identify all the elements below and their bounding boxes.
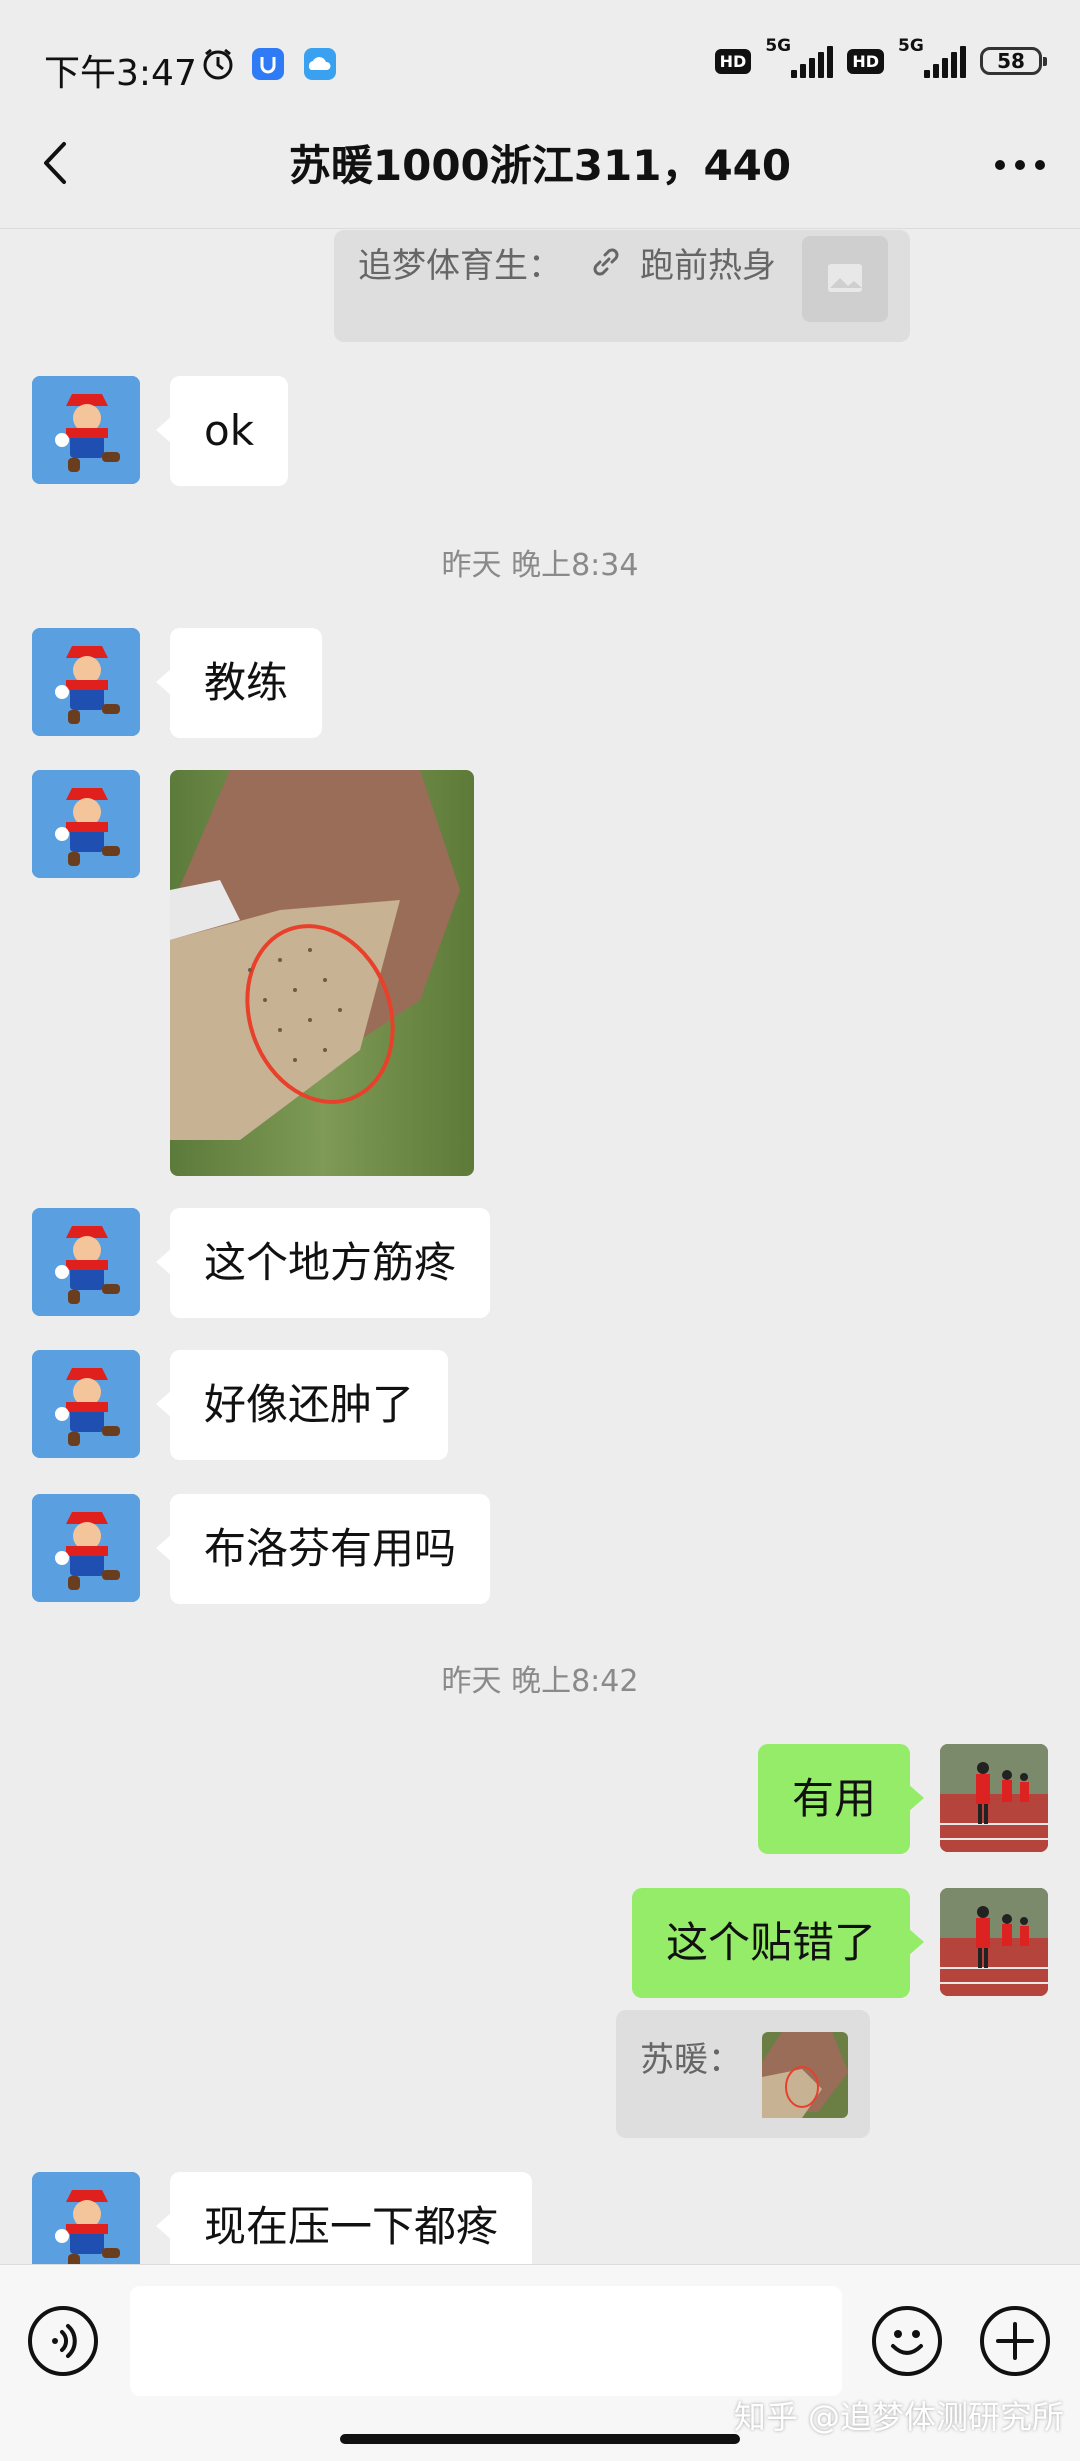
hd-badge-2: HD bbox=[847, 48, 884, 74]
mario-avatar-icon bbox=[32, 376, 140, 484]
timestamp: 昨天 晚上8:42 bbox=[441, 1664, 639, 1699]
contact-avatar[interactable] bbox=[32, 1494, 140, 1602]
voice-input-button[interactable] bbox=[28, 2306, 98, 2376]
emoji-icon bbox=[891, 2330, 923, 2355]
timestamp: 昨天 晚上8:34 bbox=[441, 548, 639, 583]
quote-sender: 苏暖： bbox=[640, 2040, 742, 2080]
signal-icon-2: 5G bbox=[898, 36, 966, 78]
image-placeholder-icon bbox=[802, 236, 888, 322]
network-label-2: 5G bbox=[898, 36, 924, 56]
message-bubble[interactable]: 布洛芬有用吗 bbox=[155, 1494, 491, 1604]
header-divider bbox=[0, 228, 1080, 229]
mario-avatar-icon bbox=[32, 1208, 140, 1316]
message-bubble[interactable]: 这个贴错了 bbox=[631, 1888, 925, 1998]
contact-avatar[interactable] bbox=[32, 770, 140, 878]
message-bubble[interactable]: 好像还肿了 bbox=[155, 1350, 449, 1460]
message-bubble[interactable]: 教练 bbox=[155, 628, 323, 738]
quoted-image-thumbnail bbox=[762, 2032, 848, 2118]
plus-icon bbox=[996, 2322, 1034, 2360]
status-indicators: HD 5G HD 5G 58 bbox=[714, 36, 1047, 78]
quote-link-text: 跑前热身 bbox=[640, 246, 776, 286]
message-bubble[interactable]: ok bbox=[155, 376, 289, 486]
voice-icon bbox=[52, 2324, 77, 2358]
mario-avatar-icon bbox=[32, 1494, 140, 1602]
more-options-icon[interactable] bbox=[990, 140, 1050, 190]
quoted-image-reference[interactable]: 苏暖： bbox=[616, 2010, 870, 2138]
alarm-icon bbox=[203, 48, 233, 80]
hd-badge: HD bbox=[714, 48, 752, 74]
more-actions-button[interactable] bbox=[980, 2306, 1050, 2376]
contact-avatar[interactable] bbox=[32, 1208, 140, 1316]
link-icon bbox=[593, 248, 619, 276]
battery-level: 58 bbox=[997, 49, 1025, 73]
emoji-button[interactable] bbox=[872, 2306, 942, 2376]
mario-avatar-icon bbox=[32, 628, 140, 736]
message-input[interactable] bbox=[130, 2286, 842, 2396]
message-bubble[interactable]: 这个地方筋疼 bbox=[155, 1208, 491, 1318]
quote-sender: 追梦体育生： bbox=[358, 246, 562, 286]
mario-avatar-icon bbox=[32, 1350, 140, 1458]
app-notification-icon bbox=[252, 48, 284, 80]
contact-avatar[interactable] bbox=[32, 628, 140, 736]
self-avatar[interactable] bbox=[940, 1744, 1048, 1852]
mario-avatar-icon bbox=[32, 770, 140, 878]
runners-avatar-icon bbox=[940, 1744, 1048, 1852]
battery-icon: 58 bbox=[980, 47, 1047, 75]
image-message-photo[interactable] bbox=[170, 770, 474, 1176]
contact-avatar[interactable] bbox=[32, 376, 140, 484]
network-label: 5G bbox=[765, 36, 792, 56]
home-indicator[interactable] bbox=[340, 2434, 740, 2444]
cloud-app-icon bbox=[304, 48, 336, 80]
chat-title: 苏暖1000浙江311，440 bbox=[288, 141, 792, 190]
status-time: 下午3:47 bbox=[44, 53, 197, 94]
watermark: 知乎 @追梦体测研究所 bbox=[733, 2398, 1064, 2436]
quoted-link-message[interactable]: 追梦体育生： 跑前热身 bbox=[334, 230, 910, 342]
message-bubble[interactable]: 有用 bbox=[757, 1744, 925, 1854]
contact-avatar[interactable] bbox=[32, 1350, 140, 1458]
runners-avatar-icon bbox=[940, 1888, 1048, 1996]
self-avatar[interactable] bbox=[940, 1888, 1048, 1996]
signal-icon: 5G bbox=[765, 36, 834, 78]
